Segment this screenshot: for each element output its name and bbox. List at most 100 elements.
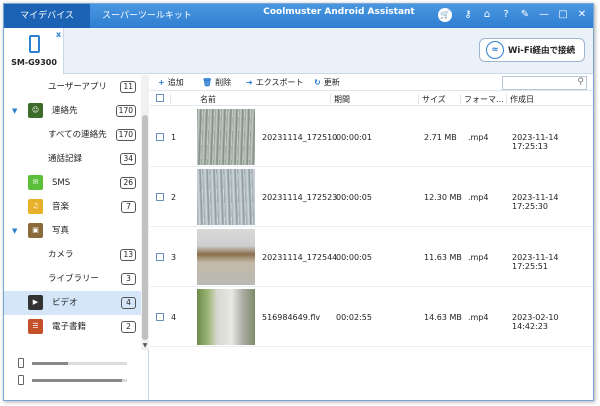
video-thumbnail[interactable] xyxy=(197,109,255,165)
tab-super-toolkit[interactable]: スーパーツールキット xyxy=(92,4,202,28)
row-checkbox[interactable] xyxy=(156,313,164,321)
file-created: 2023-11-14 17:25:13 xyxy=(512,133,559,151)
sidebar-item-library[interactable]: ライブラリー 3 xyxy=(4,267,141,291)
sidebar-item-ebooks[interactable]: ☰ 電子書籍 2 xyxy=(4,315,141,339)
scroll-down-icon[interactable]: ▼ xyxy=(141,342,149,349)
main-content: + 追加 🗑 削除 ➜ エクスポート ↻ 更新 ⚲ 名前 期間 サイズ フォーマ… xyxy=(150,75,593,400)
wifi-icon: ≈ xyxy=(486,41,504,59)
column-divider xyxy=(330,94,331,104)
help-icon[interactable]: ? xyxy=(499,8,513,22)
sidebar-item-label: カメラ xyxy=(48,250,74,260)
file-duration: 00:00:05 xyxy=(336,253,372,262)
device-name: SM-G9300 xyxy=(11,58,57,67)
maximize-icon[interactable]: □ xyxy=(556,8,570,22)
column-created[interactable]: 作成日 xyxy=(510,94,534,105)
internal-storage xyxy=(18,358,138,368)
column-format[interactable]: フォーマ... xyxy=(464,94,504,105)
column-duration[interactable]: 期間 xyxy=(334,94,350,105)
sidebar-item-label: ユーザーアプリ xyxy=(48,82,107,92)
add-label: 追加 xyxy=(167,78,184,87)
add-button[interactable]: + 追加 xyxy=(158,77,184,88)
refresh-label: 更新 xyxy=(323,78,340,87)
sidebar-item-label: 写真 xyxy=(52,226,70,236)
expand-arrow-icon[interactable]: ▼ xyxy=(12,219,17,243)
sidebar-item-sms[interactable]: ✉ SMS 26 xyxy=(4,171,141,195)
wifi-connect-label: Wi-Fi経由で接続 xyxy=(508,46,576,56)
sidebar-item-label: 連絡先 xyxy=(52,106,78,116)
export-button[interactable]: ➜ エクスポート xyxy=(246,77,303,88)
photo-icon: ▣ xyxy=(28,223,43,238)
table-row[interactable]: 4 516984649.flv 00:02:55 14.63 MB .mp4 2… xyxy=(150,287,593,347)
search-icon[interactable]: ⚲ xyxy=(577,77,584,87)
sidebar-item-call-logs[interactable]: 通話記録 34 xyxy=(4,147,141,171)
count-badge: 7 xyxy=(121,201,136,213)
sidebar-item-label: すべての連絡先 xyxy=(48,130,107,140)
sidebar-item-user-apps[interactable]: ユーザーアプリ 11 xyxy=(4,75,141,99)
sidebar-item-label: ライブラリー xyxy=(48,274,100,284)
sidebar-item-videos[interactable]: ▶ ビデオ 4 xyxy=(4,291,141,315)
sidebar-item-photos[interactable]: ▼ ▣ 写真 xyxy=(4,219,141,243)
export-label: エクスポート xyxy=(255,78,304,87)
key-icon[interactable]: ⚷ xyxy=(461,8,475,22)
phone-storage-icon xyxy=(18,358,24,368)
device-close-icon[interactable]: x xyxy=(56,30,61,39)
internal-storage-fill xyxy=(32,362,69,365)
sidebar-item-camera[interactable]: カメラ 13 xyxy=(4,243,141,267)
sms-icon: ✉ xyxy=(28,175,43,190)
scrollbar-thumb[interactable] xyxy=(142,115,148,340)
expand-arrow-icon[interactable]: ▼ xyxy=(12,99,17,123)
table-row[interactable]: 1 20231114_172510 00:00:01 2.71 MB .mp4 … xyxy=(150,107,593,167)
count-badge: 34 xyxy=(120,153,136,165)
sidebar-item-label: 電子書籍 xyxy=(52,322,87,332)
sidebar-item-label: SMS xyxy=(52,178,71,188)
feedback-icon[interactable]: ✎ xyxy=(518,8,532,22)
video-thumbnail[interactable] xyxy=(197,289,255,345)
wifi-connect-button[interactable]: ≈ Wi-Fi経由で接続 xyxy=(479,38,585,62)
device-tab[interactable]: x SM-G9300 xyxy=(4,28,64,74)
minimize-icon[interactable]: — xyxy=(537,8,551,22)
file-name: 20231114_172510 xyxy=(262,133,338,142)
video-thumbnail[interactable] xyxy=(197,169,255,225)
file-format: .mp4 xyxy=(468,193,489,202)
row-checkbox[interactable] xyxy=(156,133,164,141)
file-size: 11.63 MB xyxy=(424,253,462,262)
sidebar-scrollbar[interactable]: ▼ xyxy=(141,75,149,350)
app-window: マイデバイス スーパーツールキット Coolmuster Android Ass… xyxy=(3,3,594,401)
count-badge: 11 xyxy=(120,81,136,93)
table-row[interactable]: 2 20231114_172523 00:00:05 12.30 MB .mp4… xyxy=(150,167,593,227)
sidebar-item-contacts[interactable]: ▼ ☺ 連絡先 170 xyxy=(4,99,141,123)
video-thumbnail[interactable] xyxy=(197,229,255,285)
row-checkbox[interactable] xyxy=(156,253,164,261)
plus-icon: + xyxy=(158,78,165,87)
row-index: 1 xyxy=(171,133,177,142)
sidebar-item-all-contacts[interactable]: すべての連絡先 170 xyxy=(4,123,141,147)
cart-icon[interactable]: 🛒 xyxy=(438,8,452,22)
ebook-icon: ☰ xyxy=(28,319,43,334)
file-format: .mp4 xyxy=(468,313,489,322)
home-icon[interactable]: ⌂ xyxy=(480,8,494,22)
video-icon: ▶ xyxy=(28,295,43,310)
file-duration: 00:00:01 xyxy=(336,133,372,142)
column-size[interactable]: サイズ xyxy=(422,94,446,105)
file-created: 2023-02-10 14:42:23 xyxy=(512,313,559,331)
row-index: 4 xyxy=(171,313,177,322)
export-icon: ➜ xyxy=(246,78,253,87)
column-divider xyxy=(506,94,507,104)
nav-list: ユーザーアプリ 11 ▼ ☺ 連絡先 170 すべての連絡先 170 通話記録 … xyxy=(4,75,141,345)
table-row[interactable]: 3 20231114_172544 00:00:05 11.63 MB .mp4… xyxy=(150,227,593,287)
close-icon[interactable]: ✕ xyxy=(575,8,589,22)
delete-button[interactable]: 🗑 削除 xyxy=(202,77,231,88)
delete-label: 削除 xyxy=(215,78,232,87)
internal-storage-bar xyxy=(32,362,127,365)
search-input[interactable]: ⚲ xyxy=(502,76,587,90)
tab-my-device[interactable]: マイデバイス xyxy=(4,4,90,28)
refresh-button[interactable]: ↻ 更新 xyxy=(314,77,340,88)
row-checkbox[interactable] xyxy=(156,193,164,201)
file-created: 2023-11-14 17:25:51 xyxy=(512,253,559,271)
toolbar: + 追加 🗑 削除 ➜ エクスポート ↻ 更新 ⚲ xyxy=(150,75,593,91)
select-all-checkbox[interactable] xyxy=(156,94,164,102)
column-name[interactable]: 名前 xyxy=(200,94,216,105)
sidebar-item-music[interactable]: ♫ 音楽 7 xyxy=(4,195,141,219)
file-size: 2.71 MB xyxy=(424,133,457,142)
sidebar: ユーザーアプリ 11 ▼ ☺ 連絡先 170 すべての連絡先 170 通話記録 … xyxy=(4,75,149,400)
